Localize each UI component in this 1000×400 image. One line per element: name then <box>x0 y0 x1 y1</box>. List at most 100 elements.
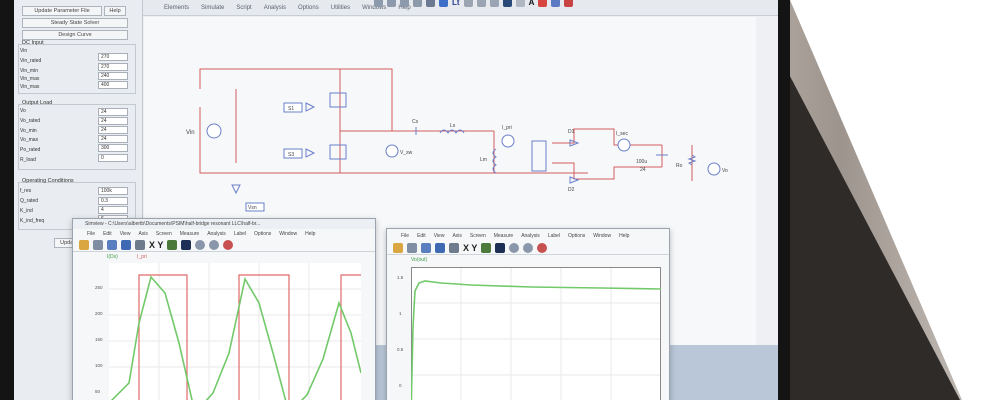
menu-simulate[interactable]: Simulate <box>201 5 224 11</box>
pause-icon[interactable] <box>489 0 499 7</box>
simview-window-left[interactable]: Simview - C:\Users\albertb\Documents\PSI… <box>72 218 376 400</box>
design-curve-button[interactable]: Design Curve <box>22 30 128 40</box>
ol-row-label: Vo_max <box>20 137 39 143</box>
menu-measure[interactable]: Measure <box>180 231 199 237</box>
zoom-out-icon[interactable] <box>209 239 220 250</box>
ytick: 100 <box>95 363 103 368</box>
menu-screen[interactable]: Screen <box>156 231 172 237</box>
ytick: 0 <box>399 383 402 388</box>
sensor-icon <box>231 184 241 195</box>
menu-help[interactable]: Help <box>619 233 629 239</box>
vsw-probe-icon <box>385 144 399 158</box>
op-row-label: K_ind_freq <box>20 218 45 224</box>
menu-view[interactable]: View <box>434 233 445 239</box>
menu-file[interactable]: File <box>401 233 409 239</box>
menu-axis[interactable]: Axis <box>452 233 461 239</box>
menu-utilities[interactable]: Utilities <box>331 5 350 11</box>
fft-icon[interactable] <box>495 242 506 253</box>
menu-edit[interactable]: Edit <box>417 233 426 239</box>
zoom-in-icon[interactable] <box>195 239 206 250</box>
menu-screen[interactable]: Screen <box>470 233 486 239</box>
output-load-title: Output Load <box>22 100 53 106</box>
vin-rated-field[interactable]: 270 <box>98 53 128 61</box>
copy-icon[interactable] <box>107 239 117 250</box>
record-icon[interactable] <box>538 0 548 7</box>
simview-window-right[interactable]: File Edit View Axis Screen Measure Analy… <box>386 228 670 400</box>
update-parameter-file-button[interactable]: Update Parameter File <box>22 6 102 16</box>
steady-state-solver-button[interactable]: Steady State Solver <box>22 18 128 28</box>
po-rated-field[interactable]: 300 <box>98 144 128 152</box>
menu-analysis[interactable]: Analysis <box>264 5 286 11</box>
flag-icon[interactable] <box>439 0 448 7</box>
vo-field[interactable]: 24 <box>98 108 128 116</box>
zoom-out-icon[interactable] <box>400 0 409 7</box>
menu-file[interactable]: File <box>87 231 95 237</box>
vo-rated-field[interactable]: 24 <box>98 117 128 125</box>
menu-view[interactable]: View <box>120 231 131 237</box>
fit-icon[interactable] <box>413 0 422 7</box>
open-folder-icon[interactable] <box>393 242 403 253</box>
isec-probe-icon <box>617 138 631 152</box>
xy-toggle[interactable]: X Y <box>149 240 163 250</box>
menu-label[interactable]: Label <box>234 231 246 237</box>
menu-edit[interactable]: Edit <box>103 231 112 237</box>
print-icon[interactable] <box>93 239 103 250</box>
zoom-in-icon[interactable] <box>387 0 396 7</box>
run-icon[interactable] <box>426 0 435 7</box>
fft-icon[interactable] <box>181 239 192 250</box>
label-cap: 100u <box>636 159 647 165</box>
vin-max-field[interactable]: 240 <box>98 72 128 80</box>
zoom-icon[interactable] <box>374 0 383 7</box>
stop-icon[interactable] <box>463 0 473 7</box>
vin-max2-field[interactable]: 400 <box>98 81 128 89</box>
print-icon[interactable] <box>407 242 417 253</box>
menu-label[interactable]: Label <box>548 233 560 239</box>
menu-script[interactable]: Script <box>236 5 251 11</box>
screen: Elements Simulate Script Analysis Option… <box>14 0 778 400</box>
menu-window[interactable]: Window <box>279 231 297 237</box>
chart-icon[interactable] <box>435 242 445 253</box>
axis-icon[interactable] <box>135 239 145 250</box>
k-ind-field[interactable]: 4 <box>98 206 128 214</box>
menu-analysis[interactable]: Analysis <box>207 231 226 237</box>
fit-icon[interactable] <box>537 242 548 253</box>
copy-icon[interactable] <box>421 242 431 253</box>
help-button[interactable]: Help <box>104 6 126 16</box>
wave-icon[interactable] <box>551 0 561 7</box>
menu-measure[interactable]: Measure <box>494 233 513 239</box>
simview-right-toolbar: X Y <box>387 241 669 255</box>
wire-icon[interactable] <box>515 0 525 7</box>
toolbar-lt[interactable]: Lt <box>452 0 460 7</box>
axis-icon[interactable] <box>449 242 459 253</box>
measure-icon[interactable] <box>167 239 178 250</box>
menu-analysis[interactable]: Analysis <box>521 233 540 239</box>
menu-options[interactable]: Options <box>254 231 271 237</box>
red-tool-icon[interactable] <box>564 0 574 7</box>
menu-help[interactable]: Help <box>305 231 315 237</box>
menu-options[interactable]: Options <box>298 5 319 11</box>
ipri-probe-icon <box>501 134 515 148</box>
vo-max-field[interactable]: 24 <box>98 135 128 143</box>
label-cs: Cs <box>412 119 419 125</box>
toolbar-a[interactable]: A <box>529 0 535 7</box>
label-vsn: Vsn <box>248 205 257 211</box>
menu-options[interactable]: Options <box>568 233 585 239</box>
menu-window[interactable]: Window <box>593 233 611 239</box>
simview-icon[interactable] <box>502 0 512 7</box>
xy-toggle[interactable]: X Y <box>463 243 477 253</box>
chart-icon[interactable] <box>121 239 131 250</box>
open-folder-icon[interactable] <box>79 239 89 250</box>
fit-icon[interactable] <box>223 239 234 250</box>
wire <box>199 68 393 131</box>
zoom-in-icon[interactable] <box>509 242 520 253</box>
zoom-out-icon[interactable] <box>523 242 534 253</box>
r-load-field[interactable]: 0 <box>98 154 128 162</box>
f-res-field[interactable]: 100k <box>98 187 128 195</box>
q-rated-field[interactable]: 0.3 <box>98 197 128 205</box>
menu-elements[interactable]: Elements <box>164 5 189 11</box>
vo-min-field[interactable]: 24 <box>98 126 128 134</box>
vin-min-field[interactable]: 270 <box>98 63 128 71</box>
menu-axis[interactable]: Axis <box>138 231 147 237</box>
play-icon[interactable] <box>476 0 486 7</box>
measure-icon[interactable] <box>481 242 492 253</box>
